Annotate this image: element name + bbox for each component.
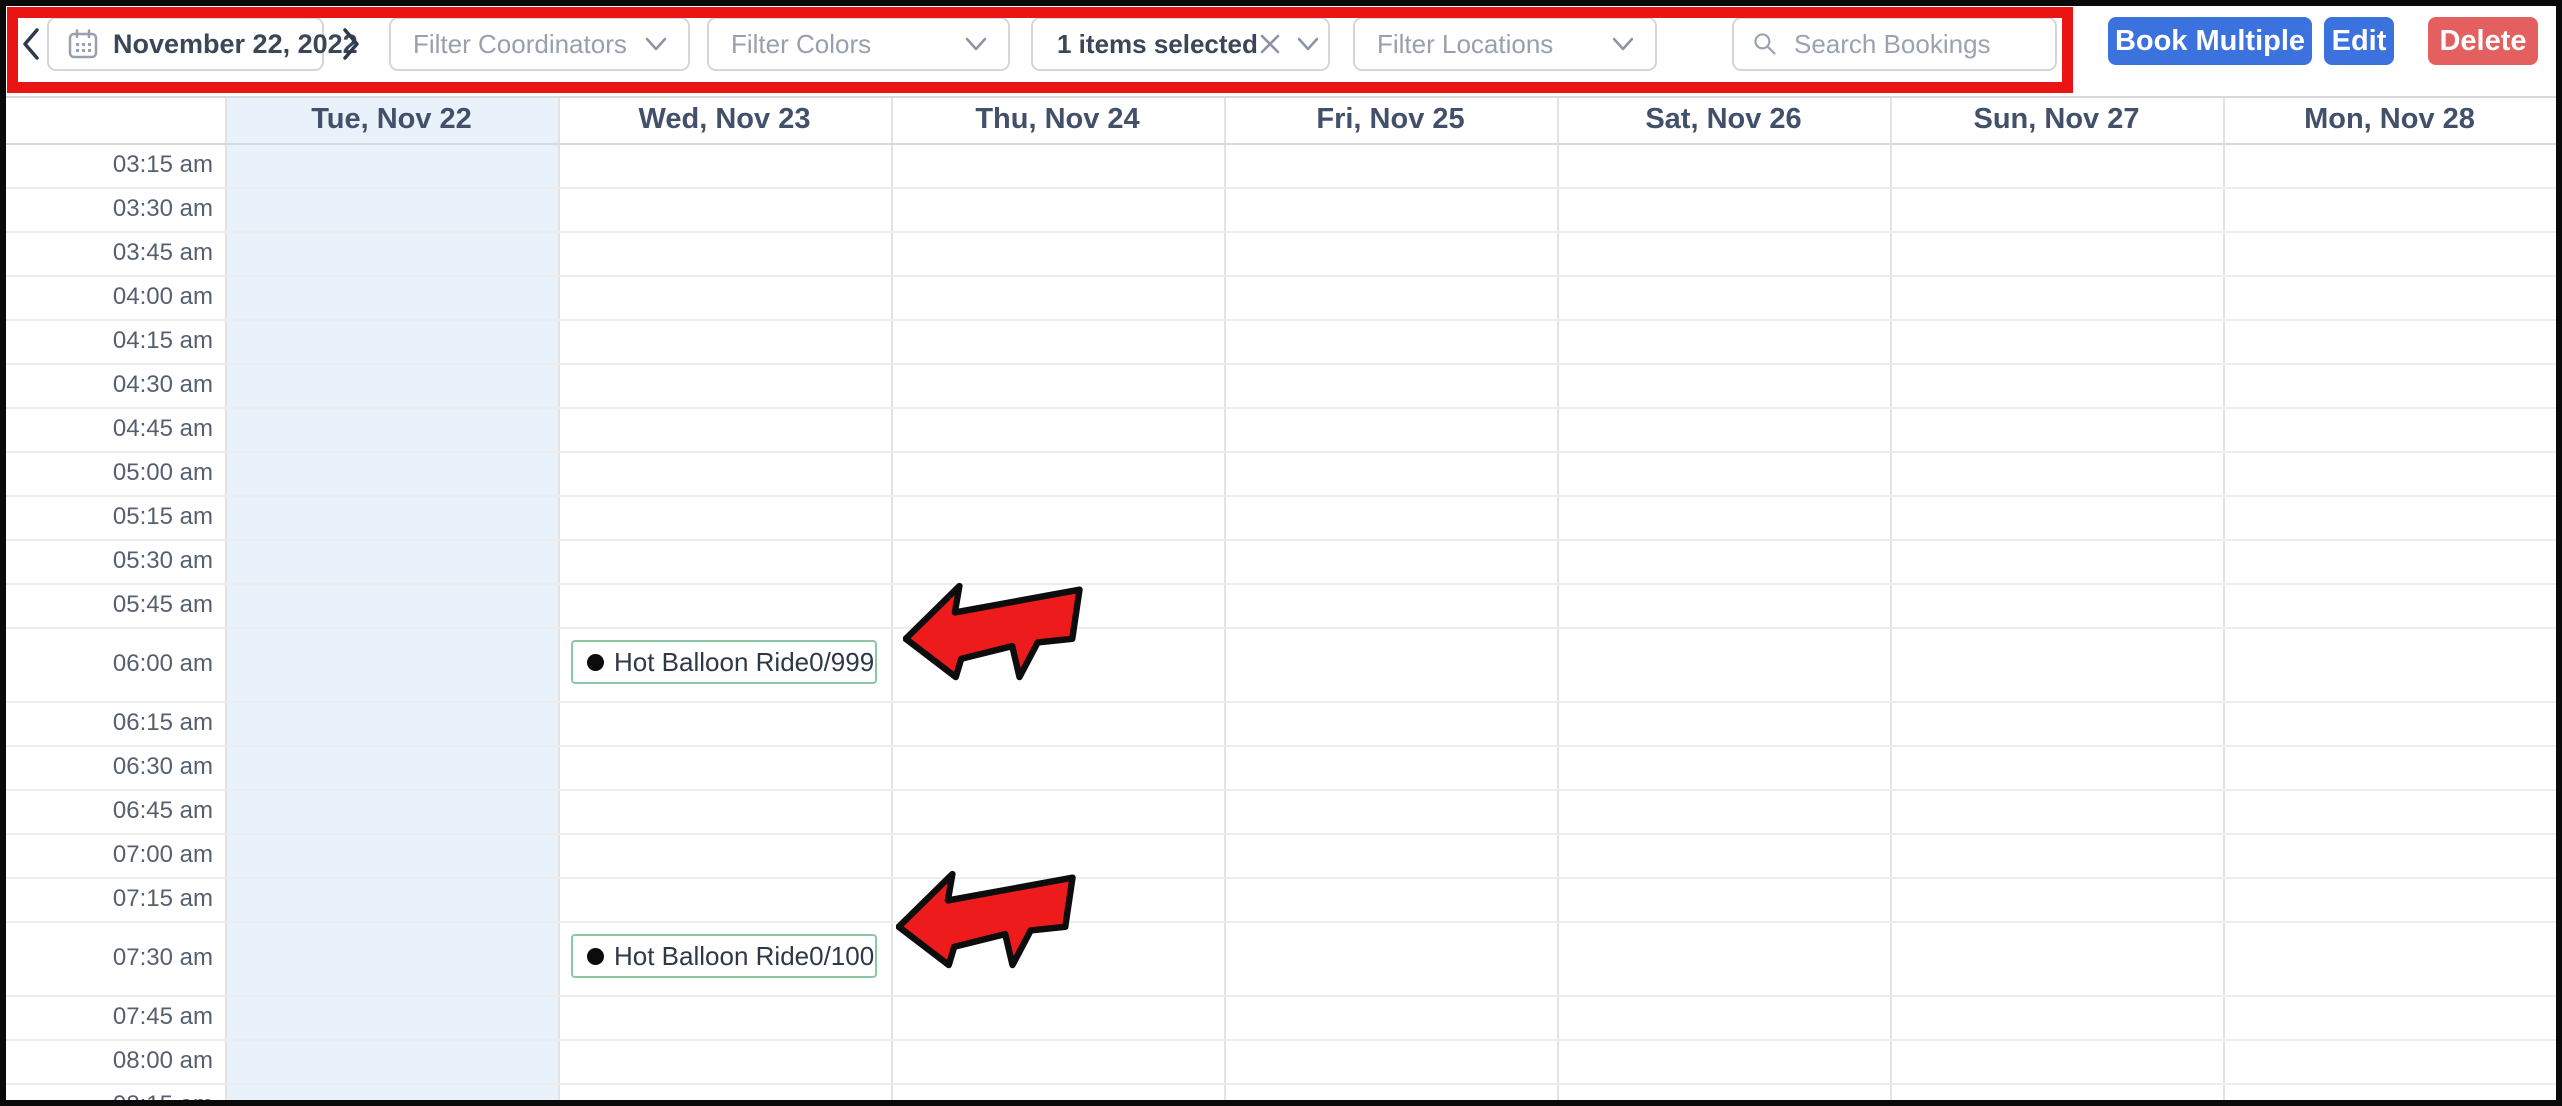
booking-calendar-app: November 22, 2022 Filter Coordinators Fi… — [0, 0, 2562, 1106]
row-line — [6, 789, 2556, 791]
search-icon — [1752, 29, 1778, 59]
time-label-07-30-am: 07:30 am — [6, 921, 213, 995]
search-bookings-input[interactable] — [1792, 28, 2055, 61]
row-line — [6, 1039, 2556, 1041]
day-header-5: Sat, Nov 26 — [1557, 96, 1890, 143]
day-column-5[interactable] — [1557, 96, 1890, 1100]
filter-colors-dropdown[interactable]: Filter Colors — [707, 17, 1010, 71]
row-line — [6, 1083, 2556, 1085]
day-header-3: Thu, Nov 24 — [891, 96, 1224, 143]
row-line — [6, 701, 2556, 703]
day-column-6[interactable] — [1890, 96, 2223, 1100]
filter-coordinators-dropdown[interactable]: Filter Coordinators — [389, 17, 690, 71]
edit-button[interactable]: Edit — [2324, 17, 2394, 65]
time-label-06-15-am: 06:15 am — [6, 701, 213, 745]
time-label-04-15-am: 04:15 am — [6, 319, 213, 363]
event-booking-1[interactable]: Hot Balloon Ride0/999 — [571, 640, 877, 684]
row-line — [6, 231, 2556, 233]
row-line — [6, 451, 2556, 453]
items-selected-value: 1 items selected — [1057, 29, 1258, 60]
row-line — [6, 877, 2556, 879]
row-line — [6, 363, 2556, 365]
date-picker-value: November 22, 2022 — [113, 29, 358, 60]
row-line — [6, 745, 2556, 747]
time-label-04-45-am: 04:45 am — [6, 407, 213, 451]
chevron-right-icon — [341, 27, 361, 61]
row-line — [6, 319, 2556, 321]
row-line — [6, 495, 2556, 497]
day-column-3[interactable] — [891, 96, 1224, 1100]
time-label-07-00-am: 07:00 am — [6, 833, 213, 877]
time-label-05-00-am: 05:00 am — [6, 451, 213, 495]
event-title: Hot Balloon Ride — [614, 647, 809, 678]
calendar-icon — [67, 28, 99, 60]
row-line — [6, 275, 2556, 277]
time-label-05-30-am: 05:30 am — [6, 539, 213, 583]
row-line — [6, 143, 2556, 145]
time-label-05-15-am: 05:15 am — [6, 495, 213, 539]
day-header-6: Sun, Nov 27 — [1890, 96, 2223, 143]
time-label-06-00-am: 06:00 am — [6, 627, 213, 701]
time-label-06-45-am: 06:45 am — [6, 789, 213, 833]
day-column-4[interactable] — [1224, 96, 1557, 1100]
filter-coordinators-placeholder: Filter Coordinators — [413, 29, 627, 60]
toolbar: November 22, 2022 Filter Coordinators Fi… — [6, 6, 2556, 90]
filter-locations-placeholder: Filter Locations — [1377, 29, 1553, 60]
row-line — [6, 921, 2556, 923]
search-bookings-box[interactable] — [1732, 17, 2057, 71]
event-color-dot — [587, 654, 604, 671]
day-header-7: Mon, Nov 28 — [2223, 96, 2556, 143]
book-multiple-button[interactable]: Book Multiple — [2108, 17, 2312, 65]
chevron-left-icon — [21, 27, 41, 61]
chevron-down-icon — [1296, 36, 1320, 52]
event-capacity: 0/100 — [809, 941, 874, 972]
chevron-down-icon — [964, 36, 988, 52]
filter-locations-dropdown[interactable]: Filter Locations — [1353, 17, 1657, 71]
time-label-04-30-am: 04:30 am — [6, 363, 213, 407]
row-line — [6, 539, 2556, 541]
time-label-06-30-am: 06:30 am — [6, 745, 213, 789]
time-label-03-15-am: 03:15 am — [6, 143, 213, 187]
time-label-04-00-am: 04:00 am — [6, 275, 213, 319]
event-title: Hot Balloon Ride — [614, 941, 809, 972]
day-header-1: Tue, Nov 22 — [225, 96, 558, 143]
row-line — [6, 187, 2556, 189]
event-booking-2[interactable]: Hot Balloon Ride0/100 — [571, 934, 877, 978]
time-label-05-45-am: 05:45 am — [6, 583, 213, 627]
time-label-08-00-am: 08:00 am — [6, 1039, 213, 1083]
row-line — [6, 583, 2556, 585]
chevron-down-icon — [1611, 36, 1635, 52]
event-capacity: 0/999 — [809, 647, 874, 678]
items-selected-dropdown[interactable]: 1 items selected — [1031, 17, 1330, 71]
clear-selection-icon[interactable] — [1258, 32, 1282, 56]
day-header-2: Wed, Nov 23 — [558, 96, 891, 143]
day-column-1[interactable] — [225, 96, 558, 1100]
previous-day-button[interactable] — [16, 24, 46, 64]
day-column-7[interactable] — [2223, 96, 2556, 1100]
time-label-03-30-am: 03:30 am — [6, 187, 213, 231]
filter-colors-placeholder: Filter Colors — [731, 29, 871, 60]
row-line — [6, 995, 2556, 997]
time-label-07-15-am: 07:15 am — [6, 877, 213, 921]
time-label-08-15-am: 08:15 am — [6, 1083, 213, 1106]
row-line — [6, 407, 2556, 409]
next-day-button[interactable] — [336, 24, 366, 64]
chevron-down-icon — [644, 36, 668, 52]
delete-button[interactable]: Delete — [2428, 17, 2538, 65]
date-picker[interactable]: November 22, 2022 — [47, 17, 324, 71]
row-line — [6, 627, 2556, 629]
event-color-dot — [587, 948, 604, 965]
time-label-03-45-am: 03:45 am — [6, 231, 213, 275]
row-line — [6, 833, 2556, 835]
day-header-4: Fri, Nov 25 — [1224, 96, 1557, 143]
time-label-07-45-am: 07:45 am — [6, 995, 213, 1039]
